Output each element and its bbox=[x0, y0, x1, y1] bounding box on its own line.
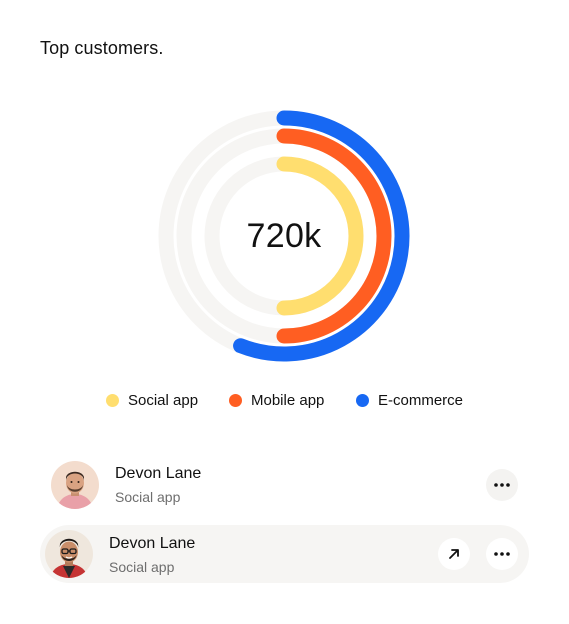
legend-label: Social app bbox=[128, 392, 199, 409]
open-customer-button[interactable] bbox=[438, 538, 470, 570]
legend-label: E-commerce bbox=[378, 392, 464, 409]
chart-center-value: 720k bbox=[246, 216, 322, 255]
legend-dot-social-app bbox=[106, 394, 119, 407]
avatar bbox=[51, 461, 99, 509]
customer-row-selected[interactable]: Devon Lane Social app bbox=[40, 525, 529, 583]
arrow-up-right-icon bbox=[449, 549, 459, 559]
top-customers-card: Top customers. 720k Social app Mobile ap… bbox=[0, 0, 569, 624]
legend-item-social-app: Social app bbox=[106, 392, 198, 409]
more-options-button[interactable] bbox=[486, 469, 518, 501]
legend-label: Mobile app bbox=[251, 392, 325, 409]
chart-legend: Social app Mobile app E-commerce bbox=[0, 392, 569, 414]
avatar bbox=[45, 530, 93, 578]
more-options-button[interactable] bbox=[486, 538, 518, 570]
customer-category: Social app bbox=[109, 559, 175, 575]
legend-item-mobile-app: Mobile app bbox=[229, 392, 324, 409]
more-horizontal-icon bbox=[494, 483, 510, 487]
customer-name: Devon Lane bbox=[115, 465, 202, 482]
legend-dot-e-commerce bbox=[356, 394, 369, 407]
customer-name: Devon Lane bbox=[109, 535, 196, 552]
legend-dot-mobile-app bbox=[229, 394, 242, 407]
more-horizontal-icon bbox=[494, 552, 510, 556]
customer-category: Social app bbox=[115, 489, 181, 505]
customer-row[interactable]: Devon Lane Social app bbox=[40, 455, 529, 515]
card-title: Top customers. bbox=[40, 38, 164, 58]
legend-item-e-commerce: E-commerce bbox=[356, 392, 463, 409]
